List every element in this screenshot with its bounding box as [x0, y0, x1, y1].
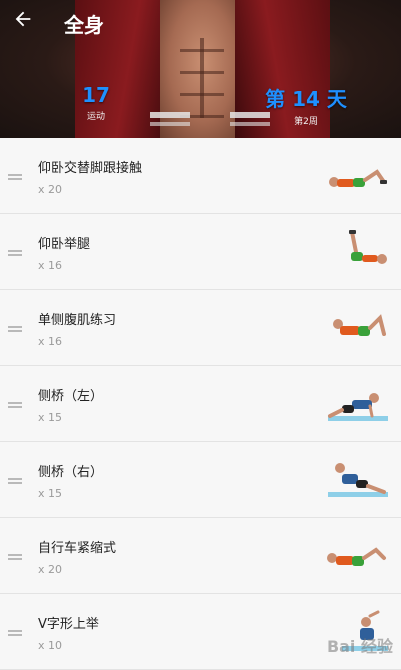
list-item[interactable]: 侧桥（右） x 15 — [0, 442, 401, 518]
exercise-figure-icon — [328, 393, 388, 421]
back-arrow-icon[interactable] — [10, 8, 36, 34]
exercise-reps: x 10 — [38, 639, 63, 652]
list-item[interactable]: 自行车紧缩式 x 20 — [0, 518, 401, 594]
exercise-count-stat: 17 运动 — [66, 83, 126, 122]
exercise-name: 仰卧交替脚跟接触 — [38, 161, 143, 176]
exercise-figure-icon — [329, 169, 387, 187]
page-title: 全身 — [64, 13, 104, 37]
exercise-name: 仰卧举腿 — [38, 237, 91, 252]
exercise-count-value: 17 — [82, 83, 110, 107]
drag-handle-icon[interactable] — [8, 402, 22, 408]
drag-handle-icon[interactable] — [8, 250, 22, 256]
week-label: 第2周 — [294, 117, 318, 127]
day-value: 第 14 天 — [265, 87, 347, 111]
watermark: Bai 经验 — [326, 637, 393, 656]
exercise-name: 侧桥（左） — [38, 389, 104, 404]
top-app-bar: 全身 — [0, 0, 401, 44]
exercise-figure-icon — [349, 230, 387, 264]
drag-handle-icon[interactable] — [8, 326, 22, 332]
drag-handle-icon[interactable] — [8, 174, 22, 180]
exercise-figure-icon — [328, 463, 388, 497]
exercise-list: 仰卧交替脚跟接触 x 20 仰卧举腿 x 16 单侧腹肌练习 x 16 侧桥（左… — [0, 138, 401, 670]
day-stat: 第 14 天 第2周 — [252, 83, 360, 127]
exercise-figure-icon — [327, 547, 386, 566]
exercise-reps: x 16 — [38, 335, 63, 348]
exercise-name: 单侧腹肌练习 — [38, 313, 117, 328]
list-item[interactable]: 单侧腹肌练习 x 16 — [0, 290, 401, 366]
drawstring-stripe — [150, 122, 190, 126]
exercise-reps: x 20 — [38, 563, 63, 576]
list-item[interactable]: 侧桥（左） x 15 — [0, 366, 401, 442]
drag-handle-icon[interactable] — [8, 630, 22, 636]
list-item[interactable]: 仰卧举腿 x 16 — [0, 214, 401, 290]
exercise-reps: x 15 — [38, 487, 63, 500]
exercise-name: 侧桥（右） — [38, 465, 104, 480]
exercise-name: 自行车紧缩式 — [38, 541, 117, 556]
drawstring-stripe — [150, 112, 190, 118]
drag-handle-icon[interactable] — [8, 478, 22, 484]
exercise-reps: x 15 — [38, 411, 63, 424]
exercise-name: V字形上举 — [38, 617, 99, 632]
exercise-reps: x 20 — [38, 183, 63, 196]
drag-handle-icon[interactable] — [8, 554, 22, 560]
exercise-count-label: 运动 — [86, 112, 105, 122]
list-item[interactable]: 仰卧交替脚跟接触 x 20 — [0, 138, 401, 214]
abs — [180, 38, 224, 118]
exercise-figure-icon — [333, 314, 386, 336]
list-item[interactable]: V字形上举 x 10 — [0, 594, 401, 670]
exercise-reps: x 16 — [38, 259, 63, 272]
